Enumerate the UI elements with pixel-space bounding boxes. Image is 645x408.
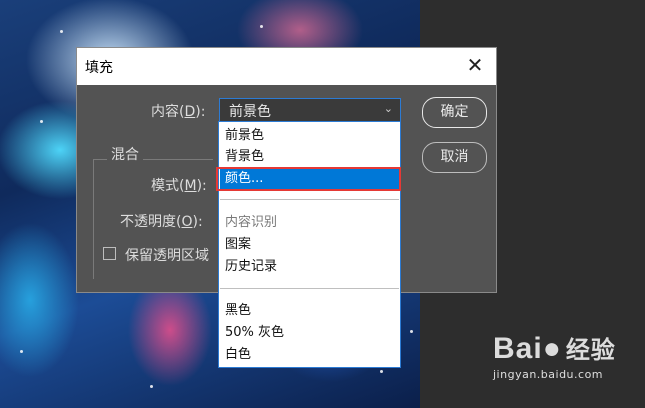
contents-select-value: 前景色 (229, 104, 271, 120)
contents-label-end: ): (195, 104, 206, 120)
chevron-down-icon: ⌄ (383, 102, 393, 115)
blending-group-label: 混合 (107, 144, 143, 164)
preserve-transparency-label: 保留透明区域 (125, 248, 209, 264)
sparkle-dot (20, 350, 23, 353)
option-content-aware: 内容识别 (225, 215, 278, 230)
contents-label-text: 内容( (151, 104, 185, 120)
option-pattern[interactable]: 图案 (220, 234, 399, 255)
sparkle-dot (410, 330, 413, 333)
watermark-logo-text: Bai (493, 332, 543, 365)
watermark-logo: Bai● 经验 (493, 330, 616, 366)
mode-label-key: M (184, 178, 197, 194)
sparkle-dot (260, 25, 263, 28)
dialog-title: 填充 (85, 60, 113, 76)
contents-label-key: D (184, 104, 196, 120)
opacity-label-text: 不透明度( (120, 214, 182, 230)
option-background-color[interactable]: 背景色 (220, 146, 399, 167)
option-50-gray[interactable]: 50% 灰色 (220, 322, 399, 343)
watermark-logo-cn: 经验 (565, 337, 616, 364)
mode-label: 模式(M): (151, 175, 207, 195)
paw-icon: ● (542, 332, 562, 365)
opacity-label: 不透明度(O): (120, 211, 203, 231)
sparkle-dot (40, 120, 43, 123)
ok-button[interactable]: 确定 (422, 97, 487, 128)
dialog-titlebar[interactable]: 填充 ✕ (77, 48, 496, 85)
close-icon[interactable]: ✕ (464, 54, 486, 76)
sparkle-dot (60, 30, 63, 33)
option-white[interactable]: 白色 (220, 344, 399, 365)
baidu-jingyan-watermark: Bai● 经验 jingyan.baidu.com (493, 330, 616, 381)
contents-select[interactable]: 前景色 ⌄ (219, 98, 401, 122)
watermark-url: jingyan.baidu.com (493, 368, 604, 381)
sparkle-dot (380, 370, 383, 373)
cancel-button[interactable]: 取消 (422, 142, 487, 173)
contents-label: 内容(D): (151, 101, 205, 121)
option-history[interactable]: 历史记录 (220, 256, 399, 277)
contents-dropdown-list: 前景色 背景色 颜色... 内容识别 图案 历史记录 黑色 50% 灰色 白色 (218, 121, 401, 368)
opacity-label-key: O (181, 214, 193, 230)
separator (220, 288, 399, 289)
sparkle-dot (150, 385, 153, 388)
annotation-highlight-box (216, 167, 401, 191)
mode-label-end: ): (196, 178, 207, 194)
preserve-transparency-checkbox[interactable] (103, 247, 116, 260)
mode-label-text: 模式( (151, 178, 185, 194)
separator (220, 199, 399, 200)
opacity-label-end: ): (192, 214, 203, 230)
option-black[interactable]: 黑色 (220, 300, 399, 321)
option-foreground-color[interactable]: 前景色 (220, 125, 399, 146)
